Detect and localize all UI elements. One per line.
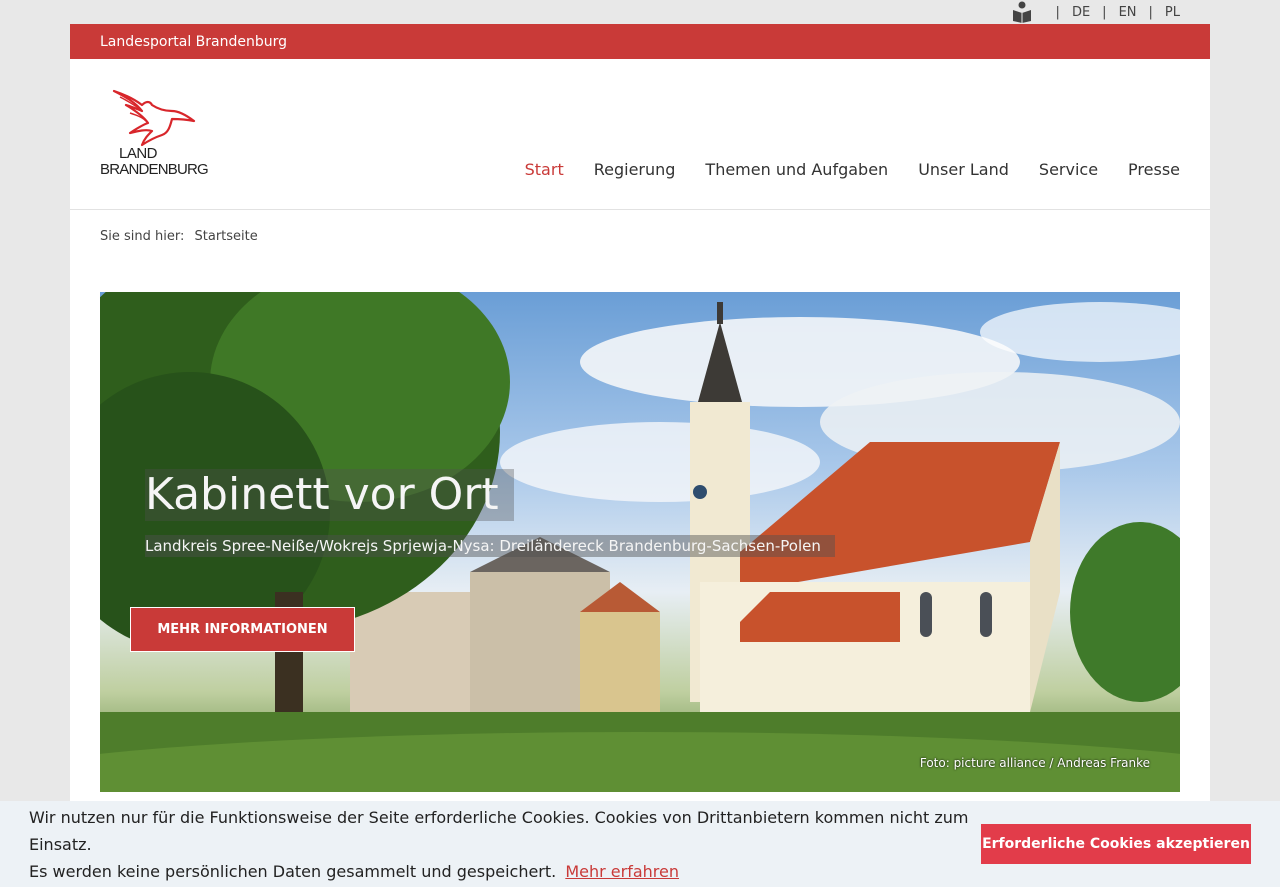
logo-text-brandenburg: BRANDENBURG — [100, 161, 209, 178]
more-information-button[interactable]: MEHR INFORMATIONEN — [130, 607, 355, 652]
cookie-banner: Wir nutzen nur für die Funktionsweise de… — [0, 801, 1280, 887]
top-utility-bar: | DE | EN | PL — [0, 0, 1280, 24]
nav-start[interactable]: Start — [525, 160, 564, 179]
red-eagle-icon — [112, 89, 196, 147]
nav-regierung[interactable]: Regierung — [594, 160, 676, 179]
portal-title[interactable]: Landesportal Brandenburg — [100, 34, 287, 50]
separator: | — [1148, 4, 1153, 20]
photo-credit: Foto: picture alliance / Andreas Franke — [919, 756, 1150, 770]
portal-title-bar: Landesportal Brandenburg — [70, 24, 1210, 59]
nav-themen-und-aufgaben[interactable]: Themen und Aufgaben — [705, 160, 888, 179]
cookie-text-line1: Wir nutzen nur für die Funktionsweise de… — [29, 807, 969, 854]
lang-de-link[interactable]: DE — [1072, 5, 1090, 20]
separator: | — [1102, 4, 1107, 20]
separator: | — [1055, 4, 1060, 20]
nav-presse[interactable]: Presse — [1128, 160, 1180, 179]
lang-en-link[interactable]: EN — [1119, 5, 1137, 20]
page-container: LAND BRANDENBURG Start Regierung Themen … — [70, 59, 1210, 887]
breadcrumb: Sie sind hier: Startseite — [100, 229, 258, 244]
breadcrumb-startseite[interactable]: Startseite — [195, 229, 258, 244]
cookie-more-link[interactable]: Mehr erfahren — [565, 862, 679, 881]
hero-subtitle: Landkreis Spree-Neiße/Wokrejs Sprjewja-N… — [145, 535, 835, 557]
cookie-text-line2: Es werden keine persönlichen Daten gesam… — [29, 861, 557, 881]
site-logo[interactable]: LAND BRANDENBURG — [100, 89, 212, 178]
lang-pl-link[interactable]: PL — [1165, 5, 1180, 20]
main-navigation: Start Regierung Themen und Aufgaben Unse… — [525, 160, 1180, 179]
site-header: LAND BRANDENBURG Start Regierung Themen … — [70, 59, 1210, 210]
nav-service[interactable]: Service — [1039, 160, 1098, 179]
hero-title: Kabinett vor Ort — [145, 469, 514, 521]
book-reader-icon[interactable] — [1012, 1, 1032, 23]
accept-cookies-button[interactable]: Erforderliche Cookies akzeptieren — [981, 824, 1251, 864]
breadcrumb-label: Sie sind hier: — [100, 229, 185, 244]
cookie-message: Wir nutzen nur für die Funktionsweise de… — [29, 804, 969, 885]
logo-text-land: LAND — [119, 145, 158, 162]
nav-unser-land[interactable]: Unser Land — [918, 160, 1009, 179]
hero-banner: Kabinett vor Ort Landkreis Spree-Neiße/W… — [100, 292, 1180, 792]
